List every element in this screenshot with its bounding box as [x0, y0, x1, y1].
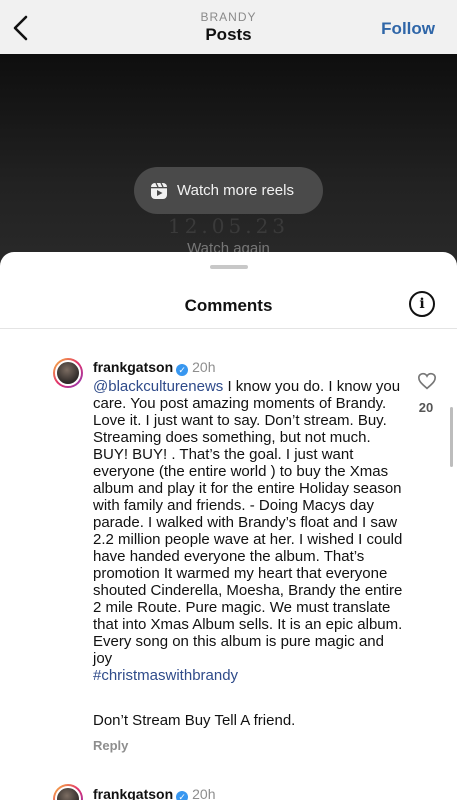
verified-icon: ✓ [176, 364, 189, 376]
comment-username[interactable]: frankgatson [93, 359, 173, 375]
comment-hashtag[interactable]: #christmaswithbrandy [93, 667, 238, 684]
watch-more-reels-label: Watch more reels [177, 182, 294, 199]
comment-text: @blackculturenews I know you do. I know … [93, 378, 403, 684]
avatar[interactable] [53, 784, 83, 800]
comments-sheet: Comments i frankgatson ✓ 20h @blackculture… [0, 252, 457, 800]
top-nav-bar: BRANDY Posts Follow [0, 0, 457, 54]
video-date-overlay: 12.05.23 [167, 214, 290, 238]
sheet-drag-handle[interactable] [210, 265, 248, 269]
scrollbar[interactable] [450, 407, 453, 467]
comment-time: 20h [192, 359, 216, 375]
info-icon[interactable]: i [409, 291, 435, 317]
comment-meta: frankgatson ✓ 20h [93, 359, 215, 376]
watch-more-reels-button[interactable]: Watch more reels [134, 167, 323, 214]
comment-username[interactable]: frankgatson [93, 786, 173, 800]
sheet-divider [0, 328, 457, 329]
follow-button[interactable]: Follow [381, 19, 435, 39]
verified-icon: ✓ [176, 791, 189, 800]
comment-time: 20h [192, 786, 216, 800]
reply-button[interactable]: Reply [93, 738, 128, 753]
comment-meta: frankgatson ✓ 20h [93, 786, 215, 800]
avatar[interactable] [53, 358, 83, 388]
comment-body: I know you do. I know you care. You post… [93, 378, 403, 667]
comments-title: Comments [184, 296, 273, 315]
comment-extra-line: Don’t Stream Buy Tell A friend. [93, 712, 296, 729]
like-count: 20 [418, 400, 434, 415]
reels-icon [151, 182, 167, 199]
comment-mention[interactable]: @blackculturenews [93, 378, 223, 395]
heart-icon[interactable] [417, 372, 437, 390]
video-player[interactable]: Watch more reels 12.05.23 Watch again [0, 54, 457, 274]
